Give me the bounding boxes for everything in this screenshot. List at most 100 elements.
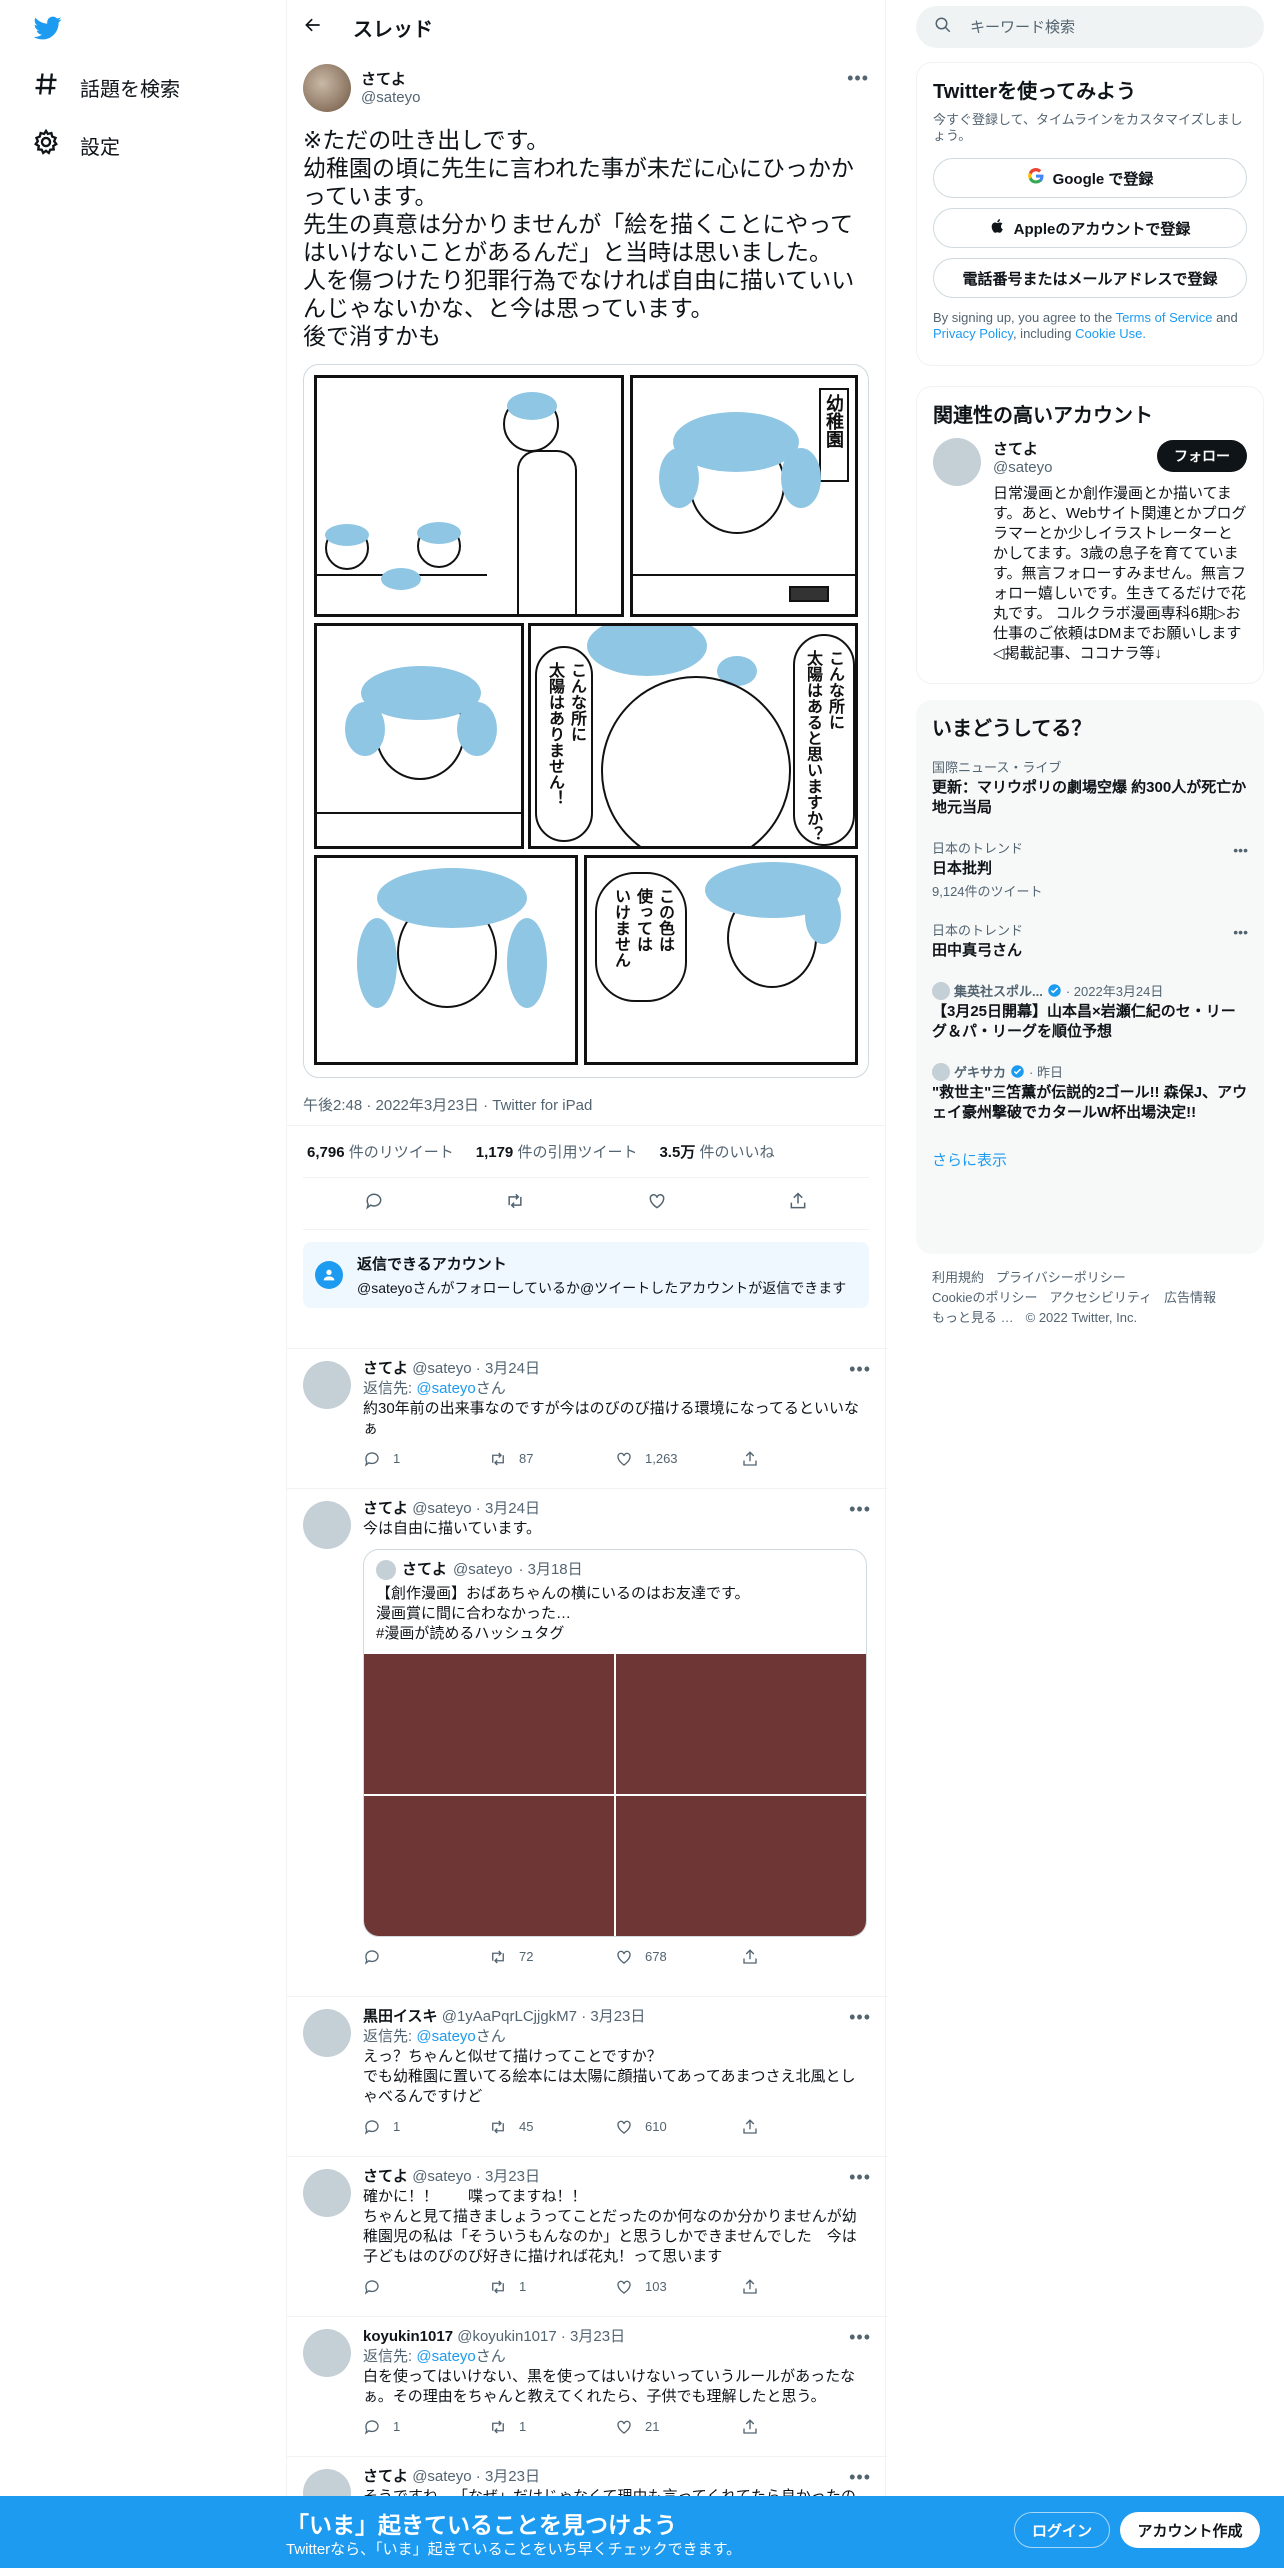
reply-author-name[interactable]: さてよ [363,1500,408,1517]
reply-to-link[interactable]: @sateyo [416,2348,475,2365]
footer-privacy-link[interactable]: プライバシーポリシー [996,1270,1126,1285]
avatar[interactable] [933,438,981,486]
more-icon[interactable]: ••• [1233,924,1248,940]
phone-email-signup-button[interactable]: 電話番号またはメールアドレスで登録 [933,258,1247,298]
like-button[interactable]: 678 [615,1947,741,1967]
retweet-button[interactable]: 1 [489,2277,615,2297]
quote-author-handle: @sateyo [453,1561,513,1578]
author-handle[interactable]: @sateyo [361,89,420,106]
reply-author-name[interactable]: さてよ [363,1360,408,1377]
retweet-icon[interactable] [505,1191,525,1216]
comic-image[interactable]: 幼稚園 こんな所に 太陽はありません！ こんな所に 太陽はあると思いますか？ こ… [303,364,869,1078]
reply-date[interactable]: · 3月23日 [476,2168,540,2185]
like-button[interactable]: 103 [615,2277,741,2297]
reply-date[interactable]: · 3月23日 [561,2328,625,2345]
back-arrow-icon[interactable] [303,15,323,40]
footer-terms-link[interactable]: 利用規約 [932,1270,984,1285]
quoted-tweet[interactable]: さてよ @sateyo · 3月18日 【創作漫画】おばあちゃんの横にいるのはお… [363,1549,867,1937]
retweet-button[interactable]: 87 [489,1449,615,1469]
reply-button[interactable] [363,2277,489,2297]
like-button[interactable]: 610 [615,2117,741,2137]
show-more-link[interactable]: さらに表示 [916,1133,1264,1186]
search-input[interactable] [970,18,1230,36]
avatar[interactable] [303,1361,351,1409]
more-icon[interactable]: ••• [847,68,869,89]
reply-tweet[interactable]: ••• さてよ @sateyo · 3月23日 確かに！！ 喋ってますね！！ ち… [287,2156,887,2316]
trend-date: · 2022年3月24日 [1065,984,1164,999]
reply-tweet[interactable]: ••• 黒田イスキ @1yAaPqrLCjjgkM7 · 3月23日 返信先: … [287,1996,887,2156]
create-account-button[interactable]: アカウント作成 [1120,2512,1260,2548]
trend-item[interactable]: 日本のトレンド 田中真弓さん ••• [916,910,1264,971]
footer-cookie-link[interactable]: Cookieのポリシー [932,1290,1037,1305]
like-button[interactable]: 21 [615,2417,741,2437]
retweet-button[interactable]: 72 [489,1947,615,1967]
footer-accessibility-link[interactable]: アクセシビリティ [1049,1290,1152,1305]
retweet-count[interactable]: 6,796 件のリツイート [307,1141,454,1162]
reply-tweet[interactable]: ••• さてよ @sateyo · 3月24日 今は自由に描いています。 さてよ… [287,1488,887,1996]
page-title: スレッド [353,18,433,41]
avatar[interactable] [303,1501,351,1549]
trend-item[interactable]: 日本のトレンド 日本批判 9,124件のツイート ••• [916,828,1264,910]
search-bar[interactable] [916,6,1264,48]
avatar[interactable] [303,2009,351,2057]
share-button[interactable] [741,1449,867,1469]
retweet-button[interactable]: 1 [489,2417,615,2437]
like-count[interactable]: 3.5万 件のいいね [659,1141,774,1162]
trend-item[interactable]: 国際ニュース・ライブ 更新：マリウポリの劇場空爆 約300人が死亡か 地元当局 [916,747,1264,828]
share-icon[interactable] [788,1191,808,1216]
avatar[interactable] [303,64,351,112]
quote-image[interactable] [364,1796,614,1936]
reply-icon[interactable] [364,1191,384,1216]
footer-more-link[interactable]: もっと見る … [932,1310,1014,1325]
privacy-link[interactable]: Privacy Policy [933,326,1013,341]
avatar[interactable] [303,2329,351,2377]
reply-to-link[interactable]: @sateyo [416,2028,475,2045]
reply-author-name[interactable]: koyukin1017 [363,2328,453,2345]
quote-image[interactable] [616,1654,866,1794]
reply-to-link[interactable]: @sateyo [416,1380,475,1397]
share-button[interactable] [741,2277,867,2297]
avatar[interactable] [303,2169,351,2217]
quote-image-grid[interactable] [364,1654,866,1936]
google-signup-button[interactable]: Google で登録 [933,158,1247,198]
retweet-icon [492,1950,504,1964]
reply-button[interactable]: 1 [363,2417,489,2437]
reply-date[interactable]: · 3月23日 [581,2008,645,2025]
reply-tweet[interactable]: ••• koyukin1017 @koyukin1017 · 3月23日 返信先… [287,2316,887,2456]
related-account[interactable]: さてよ @sateyo 日常漫画とか創作漫画とか描いてます。あと、Webサイト関… [917,428,1263,674]
quote-count[interactable]: 1,179 件の引用ツイート [476,1141,638,1162]
share-button[interactable] [741,2417,867,2437]
reply-button[interactable]: 1 [363,1449,489,1469]
terms-link[interactable]: Terms of Service [1116,310,1213,325]
share-button[interactable] [741,2117,867,2137]
author-name[interactable]: さてよ [361,68,420,89]
login-button[interactable]: ログイン [1014,2512,1110,2548]
trend-item[interactable]: 集英社スポル... · 2022年3月24日 【3月25日開幕】山本昌×岩瀬仁紀の… [916,971,1264,1052]
reply-author-handle: @sateyo [412,2468,472,2485]
nav-settings[interactable]: 設定 [32,125,120,165]
reply-button[interactable] [363,1947,489,1967]
reply-author-handle: @koyukin1017 [457,2328,557,2345]
retweet-button[interactable]: 45 [489,2117,615,2137]
reply-date[interactable]: · 3月23日 [476,2468,540,2485]
reply-author-name[interactable]: さてよ [363,2168,408,2185]
reply-author-name[interactable]: 黒田イスキ [363,2008,438,2025]
nav-explore[interactable]: 話題を検索 [32,67,180,107]
like-icon[interactable] [647,1191,667,1216]
footer-ads-link[interactable]: 広告情報 [1164,1290,1216,1305]
twitter-logo-icon[interactable] [32,14,64,42]
reply-date[interactable]: · 3月24日 [476,1500,540,1517]
reply-button[interactable]: 1 [363,2117,489,2137]
quote-image[interactable] [616,1796,866,1936]
quote-image[interactable] [364,1654,614,1794]
like-button[interactable]: 1,263 [615,1449,741,1469]
share-button[interactable] [741,1947,867,1967]
reply-author-name[interactable]: さてよ [363,2468,408,2485]
cookie-link[interactable]: Cookie Use. [1075,326,1146,341]
reply-tweet[interactable]: ••• さてよ @sateyo · 3月24日 返信先: @sateyoさん 約… [287,1348,887,1488]
follow-button[interactable]: フォロー [1157,440,1247,472]
more-icon[interactable]: ••• [1233,842,1248,858]
reply-date[interactable]: · 3月24日 [476,1360,540,1377]
apple-signup-button[interactable]: Appleのアカウントで登録 [933,208,1247,248]
trend-item[interactable]: ゲキサカ · 昨日 "救世主"三笘薫が伝説的2ゴール!! 森保J、アウェイ豪州撃破… [916,1052,1264,1133]
